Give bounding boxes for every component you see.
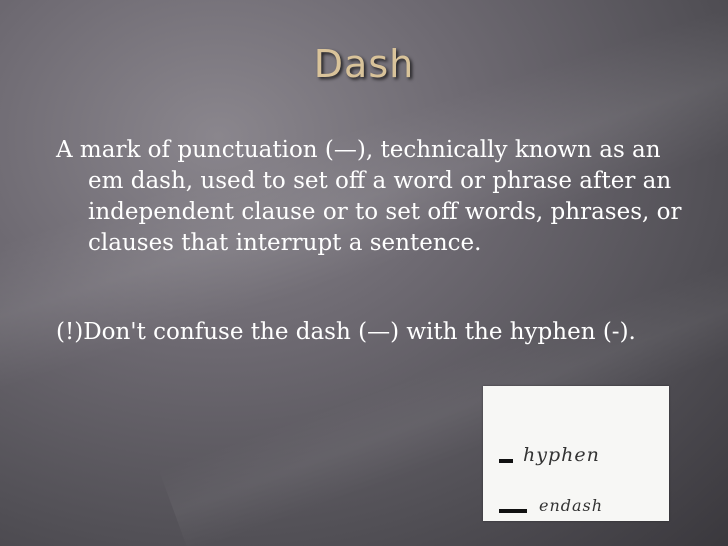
endash-mark	[499, 509, 527, 513]
hyphen-endash-image: hyphen endash	[483, 386, 669, 521]
slide-title: Dash	[313, 42, 415, 86]
hyphen-handwriting: hyphen	[523, 444, 600, 466]
definition-paragraph: A mark of punctuation (—), technically k…	[56, 135, 696, 259]
slide: Dash A mark of punctuation (—), technica…	[0, 0, 728, 546]
definition-text: A mark of punctuation (—), technically k…	[56, 137, 682, 256]
warning-paragraph: (!)Don't confuse the dash (—) with the h…	[56, 319, 636, 345]
endash-handwriting: endash	[539, 496, 604, 515]
hyphen-mark	[499, 459, 513, 463]
